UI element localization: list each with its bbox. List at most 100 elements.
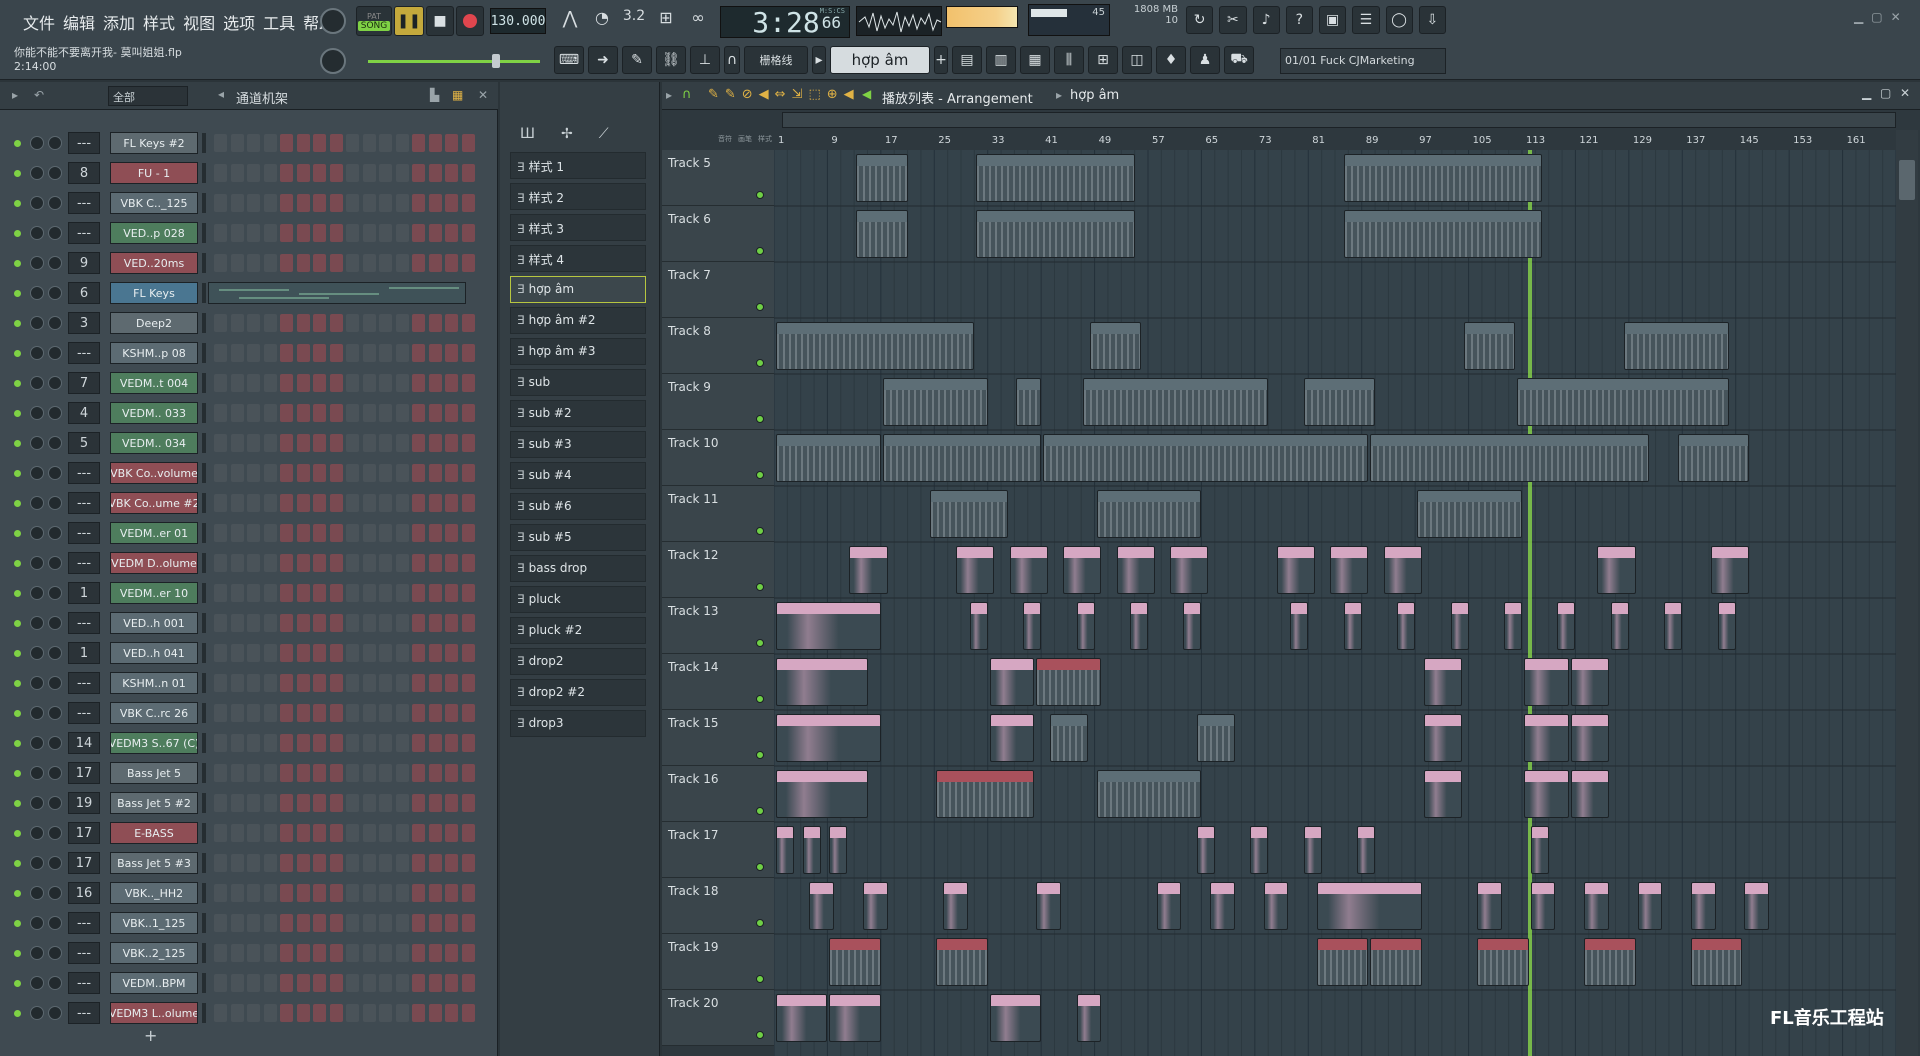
step-button[interactable] <box>214 914 227 932</box>
brush-icon[interactable]: ✎ <box>622 46 652 74</box>
step-button[interactable] <box>247 974 260 992</box>
timeline-ruler[interactable]: 1 9 17 25 33 41 49 57 65 73 81 89 97 105 113 121 129 137 1… <box>774 130 1904 148</box>
track-mute-led[interactable] <box>756 807 764 815</box>
step-button[interactable] <box>214 974 227 992</box>
channel-volume-knob[interactable] <box>48 586 62 600</box>
playlist-clip[interactable] <box>989 994 1042 1042</box>
step-button[interactable] <box>329 734 343 752</box>
step-button[interactable] <box>329 944 343 962</box>
pattern-item[interactable]: ∃ sub #6 <box>510 493 646 520</box>
step-button[interactable] <box>379 764 392 782</box>
channel-volume-knob[interactable] <box>48 436 62 450</box>
step-button[interactable] <box>395 914 409 932</box>
step-button[interactable] <box>461 764 475 782</box>
pattern-item[interactable]: ∃ hợp âm #2 <box>510 307 646 334</box>
step-button[interactable] <box>214 764 227 782</box>
channel-mute-led[interactable] <box>14 800 21 807</box>
step-button[interactable] <box>412 554 425 572</box>
step-button[interactable] <box>214 464 227 482</box>
step-button[interactable] <box>296 764 310 782</box>
step-button[interactable] <box>263 584 277 602</box>
channel-mixer-track[interactable]: 8 <box>68 162 100 184</box>
playlist-clip[interactable] <box>1083 378 1269 426</box>
step-button[interactable] <box>280 854 293 872</box>
step-button[interactable] <box>428 884 442 902</box>
playlist-clip[interactable] <box>1343 210 1543 258</box>
step-button[interactable] <box>445 464 458 482</box>
playlist-clip[interactable] <box>776 322 975 370</box>
save-icon[interactable]: ▣ <box>1319 6 1347 34</box>
channel-select-bar[interactable] <box>202 493 206 513</box>
vertical-scroll-thumb[interactable] <box>1899 160 1915 200</box>
step-button[interactable] <box>214 584 227 602</box>
step-button[interactable] <box>263 374 277 392</box>
step-button[interactable] <box>263 224 277 242</box>
step-button[interactable] <box>346 794 359 812</box>
step-button[interactable] <box>247 614 260 632</box>
channel-name-button[interactable]: VEDM..er 01 <box>110 522 198 544</box>
slider-handle[interactable] <box>492 54 500 68</box>
channel-volume-knob[interactable] <box>48 766 62 780</box>
step-button[interactable] <box>280 434 293 452</box>
step-button[interactable] <box>280 884 293 902</box>
channel-mute-led[interactable] <box>14 230 21 237</box>
track-mute-led[interactable] <box>756 1031 764 1039</box>
channel-select-bar[interactable] <box>202 973 206 993</box>
step-button[interactable] <box>445 824 458 842</box>
step-button[interactable] <box>412 1004 425 1022</box>
microphone-icon[interactable]: ♪ <box>1252 6 1280 34</box>
step-button[interactable] <box>395 254 409 272</box>
pattern-item[interactable]: ∃ 样式 3 <box>510 214 646 241</box>
channel-select-bar[interactable] <box>202 733 206 753</box>
track-mute-led[interactable] <box>756 191 764 199</box>
step-button[interactable] <box>412 494 425 512</box>
step-button[interactable] <box>329 524 343 542</box>
step-button[interactable] <box>230 644 244 662</box>
menu-view[interactable]: 视图 <box>180 6 218 34</box>
step-button[interactable] <box>461 704 475 722</box>
step-button[interactable] <box>428 614 442 632</box>
step-button[interactable] <box>313 584 326 602</box>
channel-volume-knob[interactable] <box>48 286 62 300</box>
track-header[interactable]: Track 6 <box>662 206 774 262</box>
step-button[interactable] <box>428 764 442 782</box>
step-button[interactable] <box>280 134 293 152</box>
playlist-close-icon[interactable]: ✕ <box>1900 86 1910 100</box>
playlist-clip[interactable] <box>1096 770 1202 818</box>
step-button[interactable] <box>230 614 244 632</box>
channel-mixer-track[interactable]: 16 <box>68 882 100 904</box>
metronome-icon[interactable]: ⋀ <box>556 8 584 34</box>
step-button[interactable] <box>329 824 343 842</box>
channel-select-bar[interactable] <box>202 223 206 243</box>
playlist-clip[interactable] <box>1664 602 1683 650</box>
step-button[interactable] <box>214 674 227 692</box>
step-button[interactable] <box>346 974 359 992</box>
step-button[interactable] <box>280 944 293 962</box>
playlist-clip[interactable] <box>1129 602 1148 650</box>
playlist-clip[interactable] <box>1570 658 1609 706</box>
step-button[interactable] <box>461 854 475 872</box>
step-button[interactable] <box>280 494 293 512</box>
playlist-clip[interactable] <box>1677 434 1750 482</box>
step-button[interactable] <box>362 944 376 962</box>
step-button[interactable] <box>346 584 359 602</box>
playlist-clip[interactable] <box>1370 938 1422 986</box>
step-button[interactable] <box>412 134 425 152</box>
playlist-maximize-icon[interactable]: ▢ <box>1880 86 1891 100</box>
track-header[interactable]: Track 17 <box>662 822 774 878</box>
record-button[interactable] <box>456 6 484 36</box>
track-mute-led[interactable] <box>756 527 764 535</box>
step-button[interactable] <box>296 974 310 992</box>
step-button[interactable] <box>247 194 260 212</box>
step-button[interactable] <box>461 824 475 842</box>
step-button[interactable] <box>296 314 310 332</box>
step-button[interactable] <box>428 404 442 422</box>
step-button[interactable] <box>412 974 425 992</box>
step-button[interactable] <box>313 254 326 272</box>
channel-volume-knob[interactable] <box>48 736 62 750</box>
channel-volume-knob[interactable] <box>48 316 62 330</box>
step-button[interactable] <box>362 434 376 452</box>
channel-pan-knob[interactable] <box>30 796 44 810</box>
step-button[interactable] <box>428 824 442 842</box>
channel-pan-knob[interactable] <box>30 646 44 660</box>
